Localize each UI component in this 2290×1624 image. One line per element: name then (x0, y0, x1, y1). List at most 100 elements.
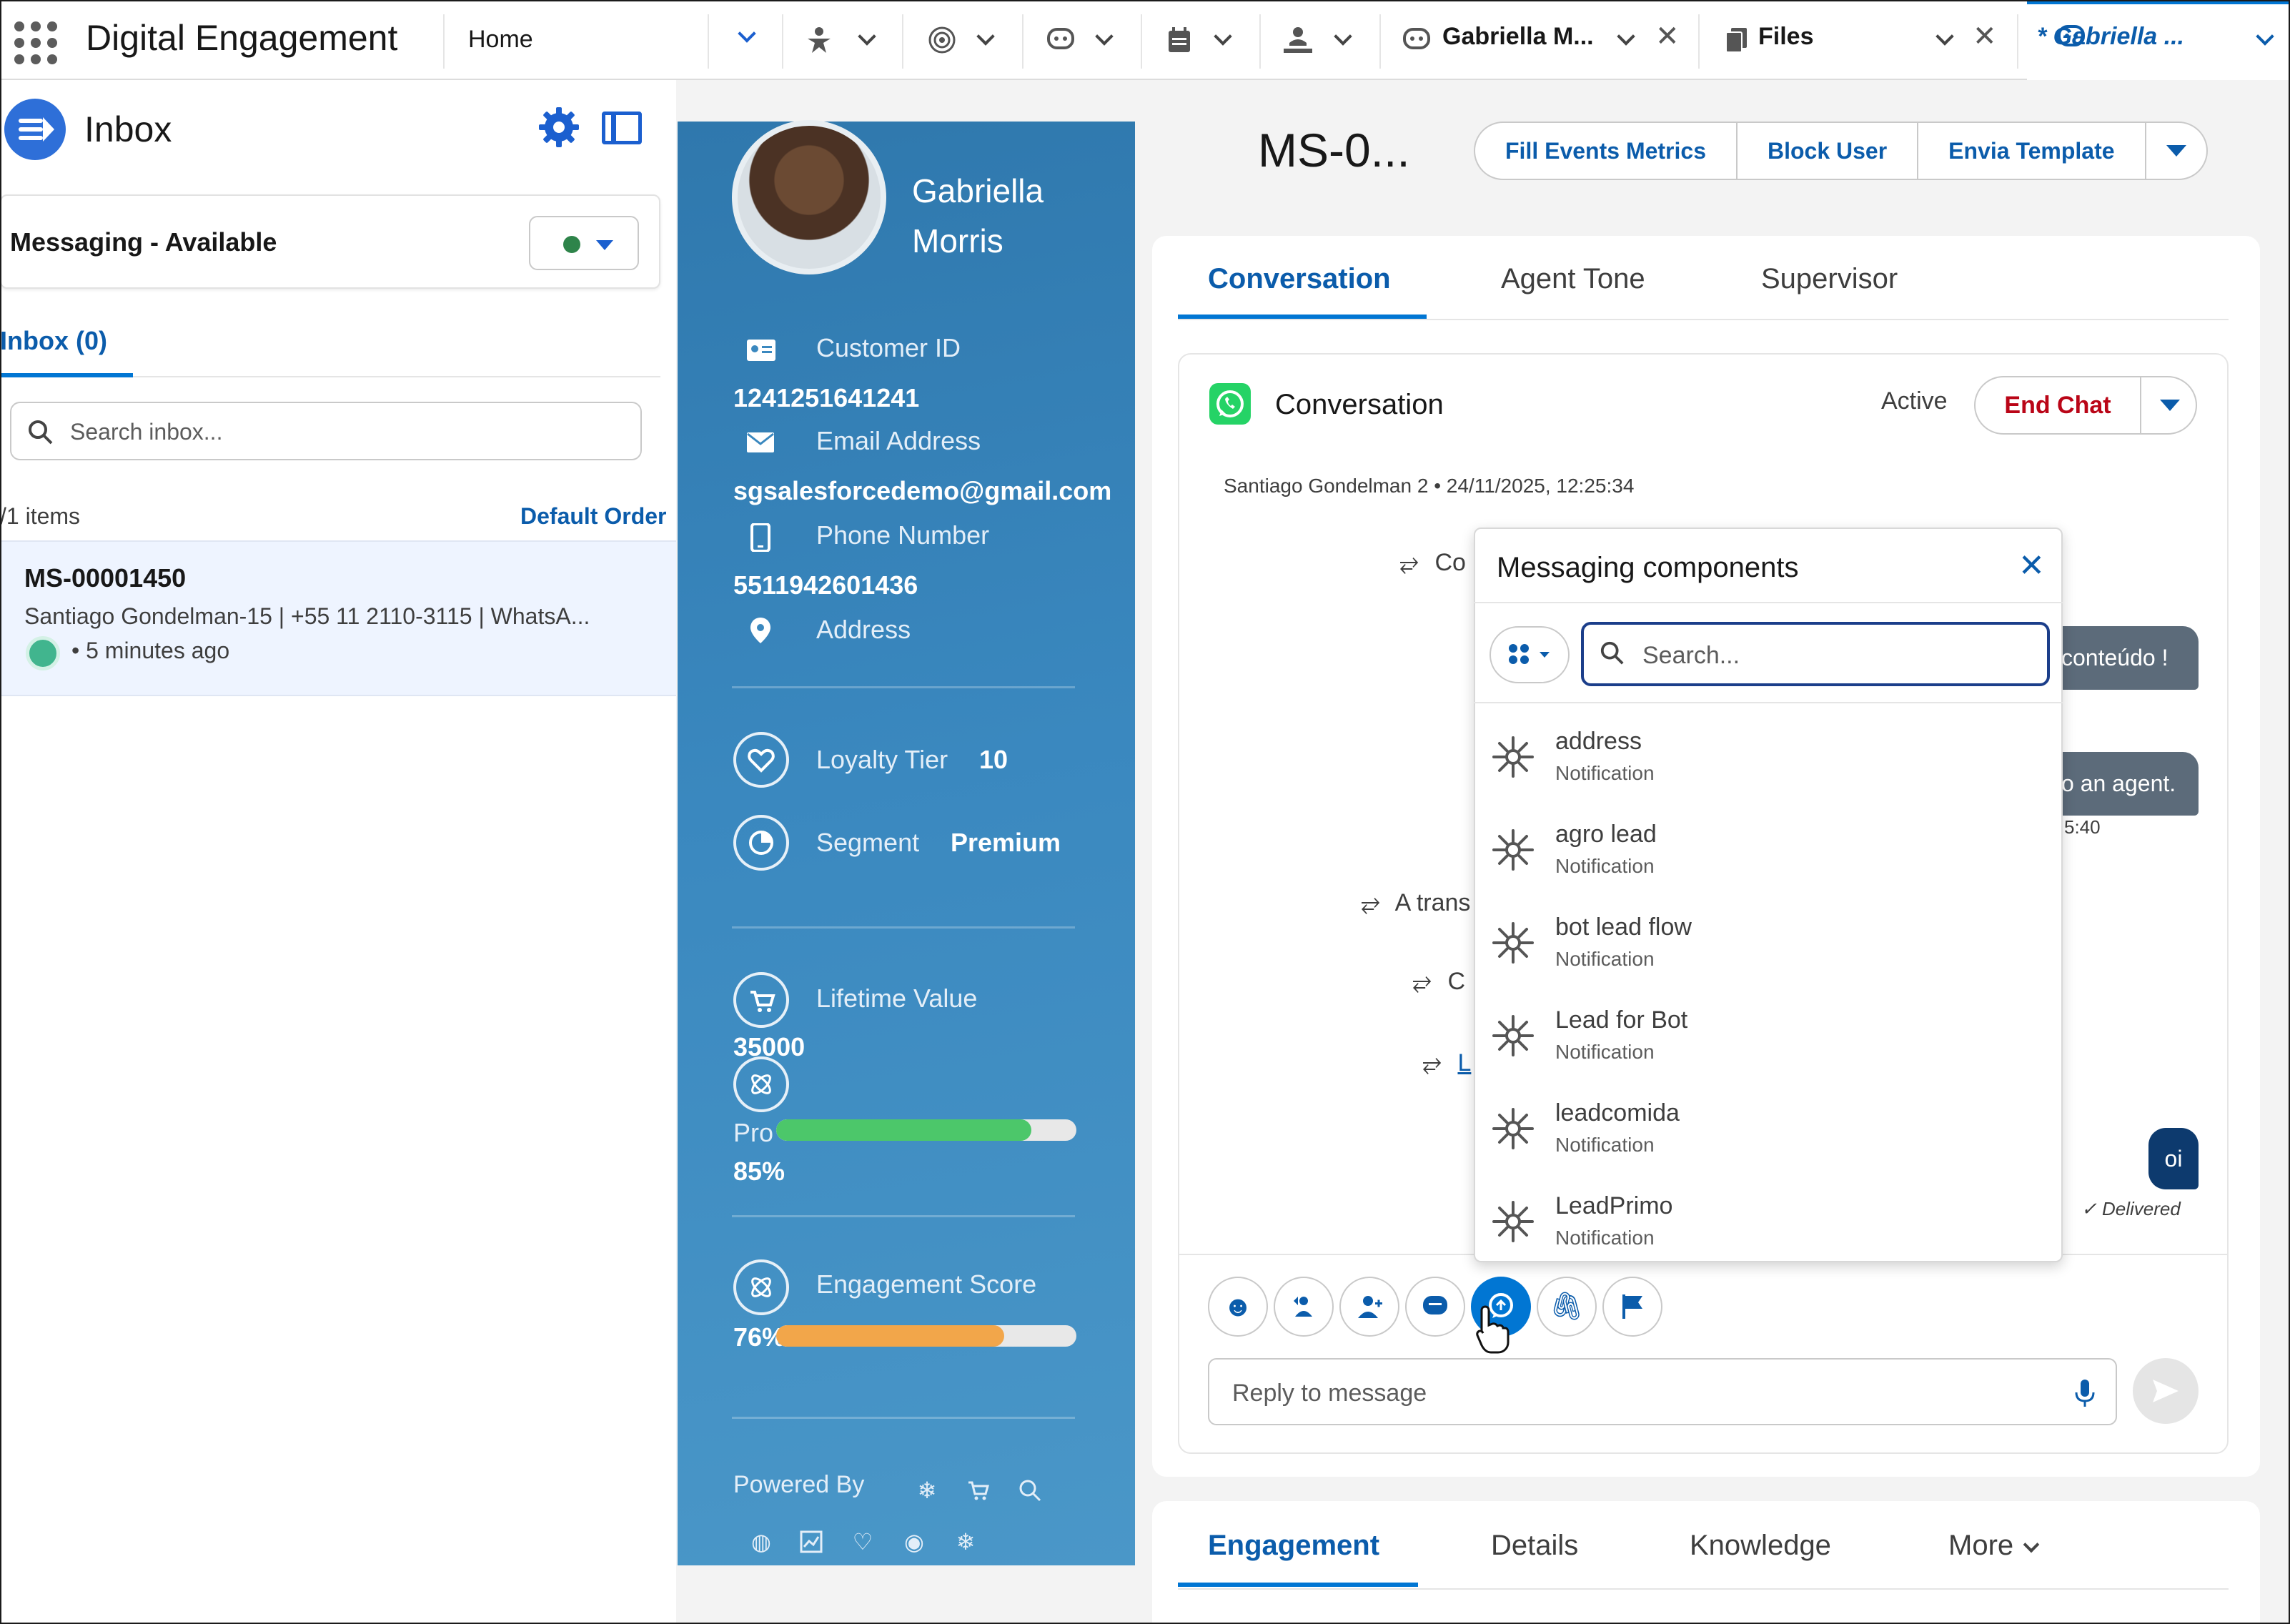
delivery-status: ✓ Delivered (2081, 1198, 2181, 1219)
component-type: Notification (1555, 1134, 1655, 1156)
tab-conversation[interactable]: Conversation (1208, 263, 1391, 295)
component-name: bot lead flow (1555, 914, 1692, 941)
chevron-down-icon[interactable] (1214, 27, 1232, 46)
whatsapp-icon (1209, 383, 1251, 425)
caret-down-icon (1540, 652, 1550, 658)
notification-component-icon (1491, 735, 1535, 779)
phone-value: 5511942601436 (733, 570, 918, 600)
nav-divider (708, 14, 709, 69)
emoji-button[interactable]: ☻ (1208, 1277, 1268, 1337)
calendar-icon[interactable] (1161, 21, 1198, 59)
tab-home[interactable]: Home (468, 26, 533, 54)
section-divider (732, 1215, 1075, 1217)
chevron-down-icon[interactable] (1935, 27, 1954, 46)
snowflake-icon: ❄ (917, 1477, 937, 1503)
close-icon[interactable]: ✕ (2018, 548, 2045, 584)
component-list-item[interactable]: agro lead Notification (1474, 802, 2063, 895)
record-id[interactable]: MS-00001450 (24, 563, 186, 593)
gear-icon[interactable] (537, 106, 580, 149)
more-actions-button[interactable] (2146, 123, 2206, 179)
fill-events-metrics-button[interactable]: Fill Events Metrics (1475, 123, 1738, 179)
related-tabs-card (1152, 1501, 2260, 1624)
global-navigation-bar: Digital Engagement Home Gabriella M... ✕… (0, 0, 2290, 80)
customer-id-value: 1241251641241 (733, 383, 920, 412)
chat-icon (1423, 1296, 1447, 1314)
chevron-down-icon[interactable] (858, 27, 876, 46)
quick-text-button[interactable] (1405, 1277, 1465, 1337)
sort-order-link[interactable]: Default Order (520, 503, 666, 530)
tab-divider (1178, 319, 2229, 320)
component-list-item[interactable]: leadcomida Notification (1474, 1081, 2063, 1174)
tab-details[interactable]: Details (1491, 1530, 1578, 1562)
email-label: Email Address (816, 426, 981, 455)
end-chat-menu-button[interactable] (2141, 377, 2196, 433)
component-list-item[interactable]: bot lead flow Notification (1474, 895, 2063, 988)
component-name: leadcomida (1555, 1099, 1680, 1127)
component-list-item[interactable]: LeadPrimo Notification (1474, 1174, 2063, 1267)
event-link[interactable]: L (1457, 1049, 1471, 1076)
search-placeholder: Search... (1642, 642, 1740, 669)
chevron-down-icon[interactable] (1334, 27, 1352, 46)
app-name: Digital Engagement (86, 18, 398, 58)
transfer-button[interactable] (1274, 1277, 1334, 1337)
inbox-search-input[interactable]: Search inbox... (10, 402, 642, 460)
tab-gabriella-active[interactable]: * Gabriella ... (2027, 0, 2290, 80)
tab-more[interactable]: More (1948, 1530, 2040, 1562)
send-button[interactable] (2133, 1358, 2199, 1424)
tab-files[interactable]: Files (1758, 23, 1813, 51)
tab-gabriella-morris[interactable]: Gabriella M... (1442, 23, 1594, 51)
component-name: Lead for Bot (1555, 1006, 1688, 1034)
target-icon[interactable] (923, 21, 961, 59)
component-list-item[interactable]: Lead for Bot Notification (1474, 988, 2063, 1081)
tab-agent-tone[interactable]: Agent Tone (1501, 263, 1645, 295)
id-card-icon (746, 339, 776, 365)
nav-divider (782, 14, 783, 69)
reply-input[interactable]: Reply to message (1208, 1358, 2117, 1425)
block-user-button[interactable]: Block User (1738, 123, 1919, 179)
caret-down-icon (2160, 400, 2180, 411)
component-type: Notification (1555, 1227, 1655, 1249)
segment-value: Premium (951, 828, 1061, 857)
tab-engagement[interactable]: Engagement (1208, 1530, 1379, 1562)
agent-event-icon: ⥂ (1422, 1049, 1442, 1076)
component-type-filter[interactable] (1490, 626, 1570, 683)
inbox-logo-icon (4, 99, 66, 160)
flag-button[interactable] (1602, 1277, 1662, 1337)
agent-event-icon: ⥂ (1412, 968, 1432, 995)
chat-icon[interactable] (1042, 21, 1079, 59)
microphone-icon[interactable] (2074, 1378, 2096, 1408)
nav-menu-chevron-icon[interactable] (738, 24, 756, 44)
close-icon[interactable]: ✕ (1973, 20, 1997, 53)
component-list-item[interactable]: address Notification (1474, 709, 2063, 802)
apps-grid-icon (1509, 644, 1529, 664)
snowflake-icon: ❄ (956, 1529, 976, 1555)
envia-template-button[interactable]: Envia Template (1918, 123, 2146, 179)
event-row: ⥂ A trans (1361, 889, 1471, 916)
tab-inbox[interactable]: Inbox (0) (0, 326, 107, 356)
component-search-input[interactable]: Search... (1581, 622, 2050, 686)
app-launcher-icon[interactable] (14, 21, 57, 64)
component-type: Notification (1555, 762, 1655, 784)
powered-by-label: Powered By (733, 1471, 865, 1498)
panel-toggle-icon[interactable] (602, 112, 642, 144)
person-star-icon[interactable] (800, 21, 838, 59)
attach-button[interactable]: 🖇 (1537, 1277, 1597, 1337)
chart-icon (799, 1530, 823, 1554)
end-chat-button[interactable]: End Chat (1976, 377, 2141, 433)
mouse-cursor-icon (1475, 1304, 1511, 1357)
chevron-down-icon[interactable] (1095, 27, 1114, 46)
tab-supervisor[interactable]: Supervisor (1761, 263, 1898, 295)
chevron-down-icon[interactable] (1617, 27, 1635, 46)
nav-divider (1022, 14, 1023, 69)
tab-knowledge[interactable]: Knowledge (1690, 1530, 1831, 1562)
close-icon[interactable]: ✕ (1655, 20, 1680, 53)
messaging-channel-icon (26, 636, 60, 670)
checkmark-icon: ✓ (2081, 1198, 2103, 1219)
add-participant-button[interactable] (1339, 1277, 1399, 1337)
chevron-down-icon[interactable] (976, 27, 995, 46)
status-dropdown[interactable] (529, 216, 639, 270)
notification-component-icon (1491, 828, 1535, 872)
person-hand-icon[interactable] (1279, 21, 1317, 59)
shopping-cart-icon (966, 1478, 991, 1502)
chevron-down-icon[interactable] (2256, 27, 2274, 46)
